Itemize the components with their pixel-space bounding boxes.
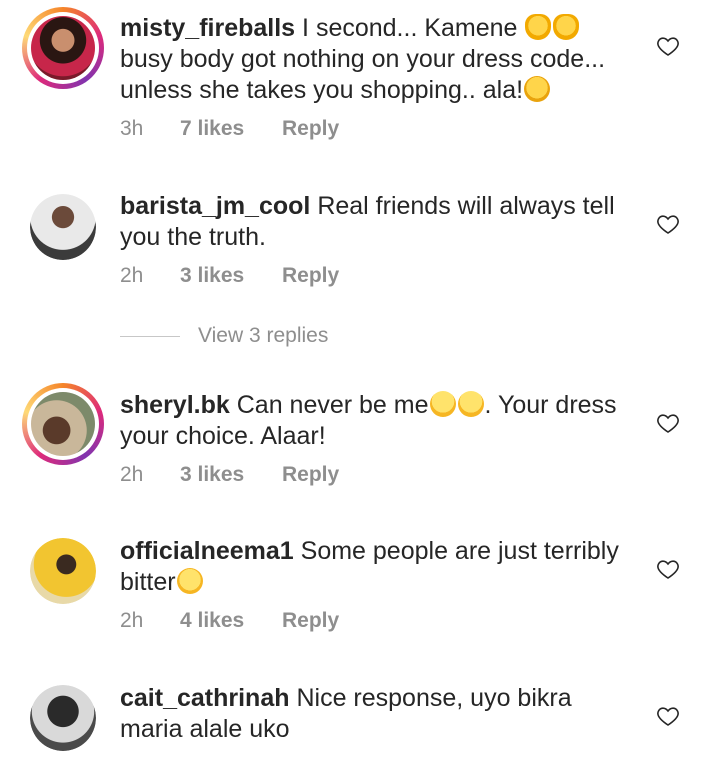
comment-text: barista_jm_cool Real friends will always… [120,192,615,251]
reply-button[interactable]: Reply [282,608,339,634]
comment-meta: 3h 7 likes Reply [120,116,339,142]
heart-outline-icon[interactable] [656,34,680,58]
heart-outline-icon[interactable] [656,557,680,581]
tears-of-joy-emoji-icon [457,391,484,417]
comment-likes[interactable]: 3 likes [180,462,282,488]
heart-outline-icon[interactable] [656,704,680,728]
comment-text: sheryl.bk Can never be me. Your dress yo… [120,391,617,450]
reply-button[interactable]: Reply [282,462,339,488]
heart-outline-icon[interactable] [656,212,680,236]
comment-text: officialneema1 Some people are just terr… [120,537,619,596]
avatar[interactable] [22,7,104,89]
clapping-hands-emoji-icon [525,14,552,40]
comment-text: misty_fireballs I second... Kamene busy … [120,14,606,104]
comment-likes[interactable]: 4 likes [180,608,282,634]
comment-username[interactable]: barista_jm_cool [120,192,310,220]
clapping-hands-emoji-icon [553,14,580,40]
comment-time: 2h [120,264,144,287]
comment-likes[interactable]: 3 likes [180,263,282,289]
comment-meta: 2h 4 likes Reply [120,608,339,634]
comment-text: cait_cathrinah Nice response, uyo bikra … [120,684,572,743]
heart-outline-icon[interactable] [656,411,680,435]
comment-meta: 2h 3 likes Reply [120,263,339,289]
comment-username[interactable]: sheryl.bk [120,391,230,419]
tears-of-joy-emoji-icon [429,391,456,417]
comment-username[interactable]: cait_cathrinah [120,684,290,712]
avatar[interactable] [22,383,104,465]
comment-username[interactable]: officialneema1 [120,537,294,565]
reply-button[interactable]: Reply [282,263,339,289]
view-replies-button[interactable]: View 3 replies [120,324,328,354]
comment-time: 2h [120,609,144,632]
avatar[interactable] [30,194,96,260]
comment-likes[interactable]: 7 likes [180,116,282,142]
comment-time: 3h [120,117,144,140]
avatar[interactable] [30,685,96,751]
crying-face-emoji-icon [524,76,551,102]
comment-meta: 2h 3 likes Reply [120,462,339,488]
reply-button[interactable]: Reply [282,116,339,142]
divider [120,335,180,337]
eye-roll-emoji-icon [176,568,203,594]
comment-time: 2h [120,463,144,486]
comment-username[interactable]: misty_fireballs [120,14,295,42]
avatar[interactable] [30,538,96,604]
